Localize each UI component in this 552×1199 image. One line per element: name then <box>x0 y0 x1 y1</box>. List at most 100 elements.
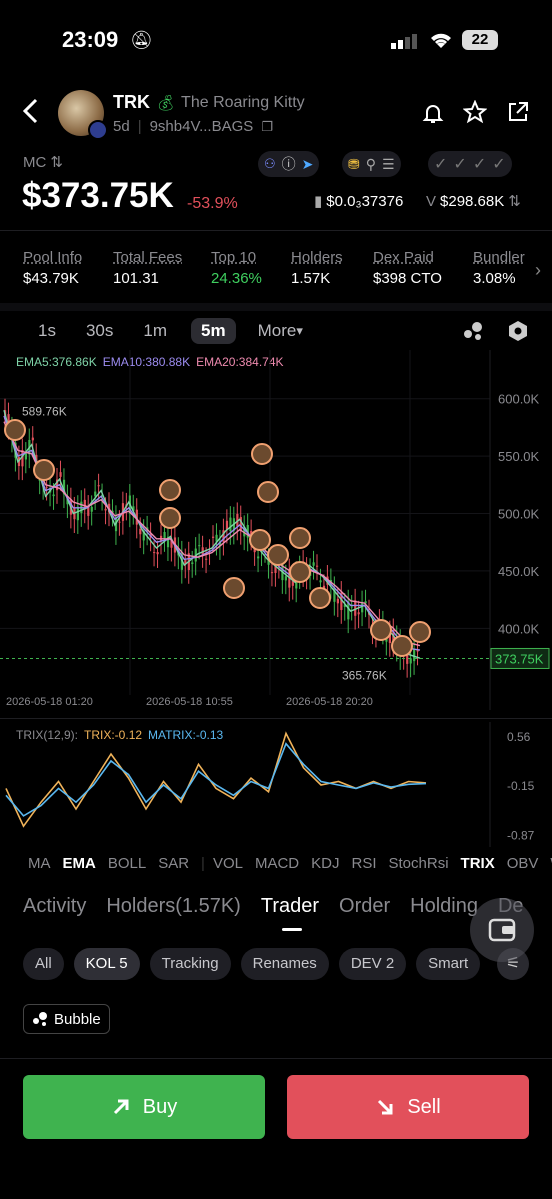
trix-chart[interactable]: 0.56 -0.15 -0.87 <box>0 722 552 847</box>
filter-chip[interactable]: Tracking <box>149 948 231 980</box>
timeframe-tab[interactable]: 1m <box>143 321 167 341</box>
info-icon[interactable]: ⓘ <box>282 154 296 174</box>
candle-body <box>350 606 353 608</box>
candle-body <box>270 572 274 574</box>
active-tab-indicator <box>282 928 302 931</box>
trader-avatar-marker <box>257 481 279 503</box>
candle-body <box>52 494 55 497</box>
star-icon[interactable] <box>462 99 488 129</box>
settings-hex-icon[interactable] <box>507 320 529 347</box>
list-icon[interactable]: ☰ <box>382 156 395 173</box>
wallet-floating-button[interactable] <box>470 898 534 962</box>
bubble-button[interactable]: Bubble <box>23 1004 110 1034</box>
indicator-tab[interactable]: MA <box>28 855 51 872</box>
indicator-tab[interactable]: OBV <box>507 855 539 872</box>
search-icon[interactable]: ⚲ <box>366 156 376 173</box>
filter-chip[interactable]: All <box>23 948 64 980</box>
trader-avatar-marker <box>249 529 271 551</box>
telegram-icon[interactable]: ➤ <box>302 156 314 173</box>
candle-body <box>153 552 156 554</box>
sell-label: Sell <box>407 1095 441 1118</box>
indicator-tab[interactable]: BOLL <box>108 855 146 872</box>
sort-toggle-icon[interactable]: ⇅ <box>50 153 63 171</box>
stat-value: 24.36% <box>211 270 262 287</box>
trader-avatar-marker <box>33 459 55 481</box>
copy-icon[interactable]: ❐ <box>261 119 273 135</box>
candle-body <box>76 506 79 521</box>
trader-avatar-marker <box>223 577 245 599</box>
filter-chip[interactable]: DEV 2 <box>338 948 407 980</box>
indicator-tab[interactable]: EMA <box>63 855 96 872</box>
tool-links: ⛃ ⚲ ☰ <box>342 151 401 177</box>
wifi-icon <box>428 30 454 55</box>
stat-item[interactable]: Bundler 3.08% <box>473 249 525 287</box>
stat-label: Pool Info <box>23 249 83 266</box>
mute-icon: 🔕︎ <box>130 30 153 50</box>
bubble-map-icon[interactable] <box>462 321 484 346</box>
candle-body <box>31 437 34 441</box>
y-tick-label: -0.87 <box>507 828 535 842</box>
buy-button[interactable]: Buy <box>23 1075 265 1139</box>
candle-body <box>409 658 412 664</box>
indicator-tab[interactable]: VOL <box>213 855 243 872</box>
candle-body <box>59 472 62 477</box>
timeframe-tab[interactable]: More <box>258 321 297 341</box>
bell-icon[interactable] <box>421 101 445 130</box>
price-chart[interactable]: 600.0K 550.0K 500.0K 450.0K 400.0K 373.75K 589… <box>0 350 552 710</box>
ema-line-ema20 <box>3 421 421 647</box>
candle-icon: ▮ <box>314 193 323 210</box>
sort-toggle-icon[interactable]: ⇅ <box>508 192 521 210</box>
timeframe-tab[interactable]: 5m <box>191 318 236 344</box>
status-time: 23:09 <box>62 27 119 52</box>
chevron-right-icon[interactable]: › <box>535 260 541 281</box>
trader-avatar-marker <box>251 443 273 465</box>
candle-body <box>104 508 107 511</box>
section-tab[interactable]: Activity <box>23 895 86 917</box>
sell-button[interactable]: Sell <box>287 1075 529 1139</box>
indicator-tab[interactable]: KDJ <box>311 855 339 872</box>
indicator-tab[interactable]: MACD <box>255 855 299 872</box>
social-links: ⚇ ⓘ ➤ <box>258 151 320 177</box>
filter-chip[interactable]: Renames <box>240 948 329 980</box>
stat-item[interactable]: Total Fees 101.31 <box>113 249 182 287</box>
last-price-label: 373.75K <box>495 651 544 666</box>
candle-body <box>90 506 93 512</box>
indicator-tab[interactable]: StochRsi <box>389 855 449 872</box>
section-tab[interactable]: Holders(1.57K) <box>106 895 241 917</box>
people-icon[interactable]: ⚇ <box>264 156 276 172</box>
timeframe-tab[interactable]: 1s <box>38 321 56 341</box>
section-tab[interactable]: Order <box>339 895 390 917</box>
pump-icon[interactable]: ⛃ <box>348 156 360 173</box>
candle-body <box>229 517 232 532</box>
candle-body <box>336 598 339 604</box>
stat-item[interactable]: Top 10 24.36% <box>211 249 262 287</box>
candle-body <box>97 485 100 487</box>
token-price: $0.0₃37376 <box>326 192 404 210</box>
x-tick-label: 2026-05-18 10:55 <box>146 696 233 708</box>
filter-chip[interactable]: KOL 5 <box>73 948 140 980</box>
stat-item[interactable]: Pool Info $43.79K <box>23 249 82 287</box>
indicator-tab[interactable]: SAR <box>158 855 189 872</box>
candle-body <box>312 562 315 566</box>
stats-row: Pool Info $43.79K Total Fees 101.31 Top 10 24… <box>23 249 533 293</box>
section-tab[interactable]: Holding <box>410 895 478 917</box>
mc-label: MC <box>23 153 47 171</box>
candle-body <box>413 649 416 662</box>
candle-body <box>357 612 360 615</box>
low-label: 365.76K <box>342 669 387 683</box>
indicator-tabs: MA EMA BOLL SAR | VOL MACD KDJ RSI StochRsi TRIX OB… <box>28 855 552 873</box>
timeframe-tab[interactable]: 30s <box>86 321 113 341</box>
share-icon[interactable] <box>506 100 530 129</box>
stat-item[interactable]: Dex Paid $398 CTO <box>373 249 442 287</box>
stat-item[interactable]: Holders 1.57K <box>291 249 343 287</box>
candle-body <box>257 556 260 559</box>
stat-label: Bundler <box>473 249 525 266</box>
timeframe-tabs: 1s 30s 1m 5m More ▾ <box>38 318 303 344</box>
back-button[interactable] <box>20 97 42 130</box>
arrow-down-right-icon <box>378 1099 393 1115</box>
indicator-tab[interactable]: TRIX <box>461 855 495 872</box>
section-tab[interactable]: Trader <box>261 895 319 917</box>
divider: | <box>201 855 205 872</box>
token-age: 5d <box>113 118 130 135</box>
indicator-tab[interactable]: RSI <box>351 855 376 872</box>
